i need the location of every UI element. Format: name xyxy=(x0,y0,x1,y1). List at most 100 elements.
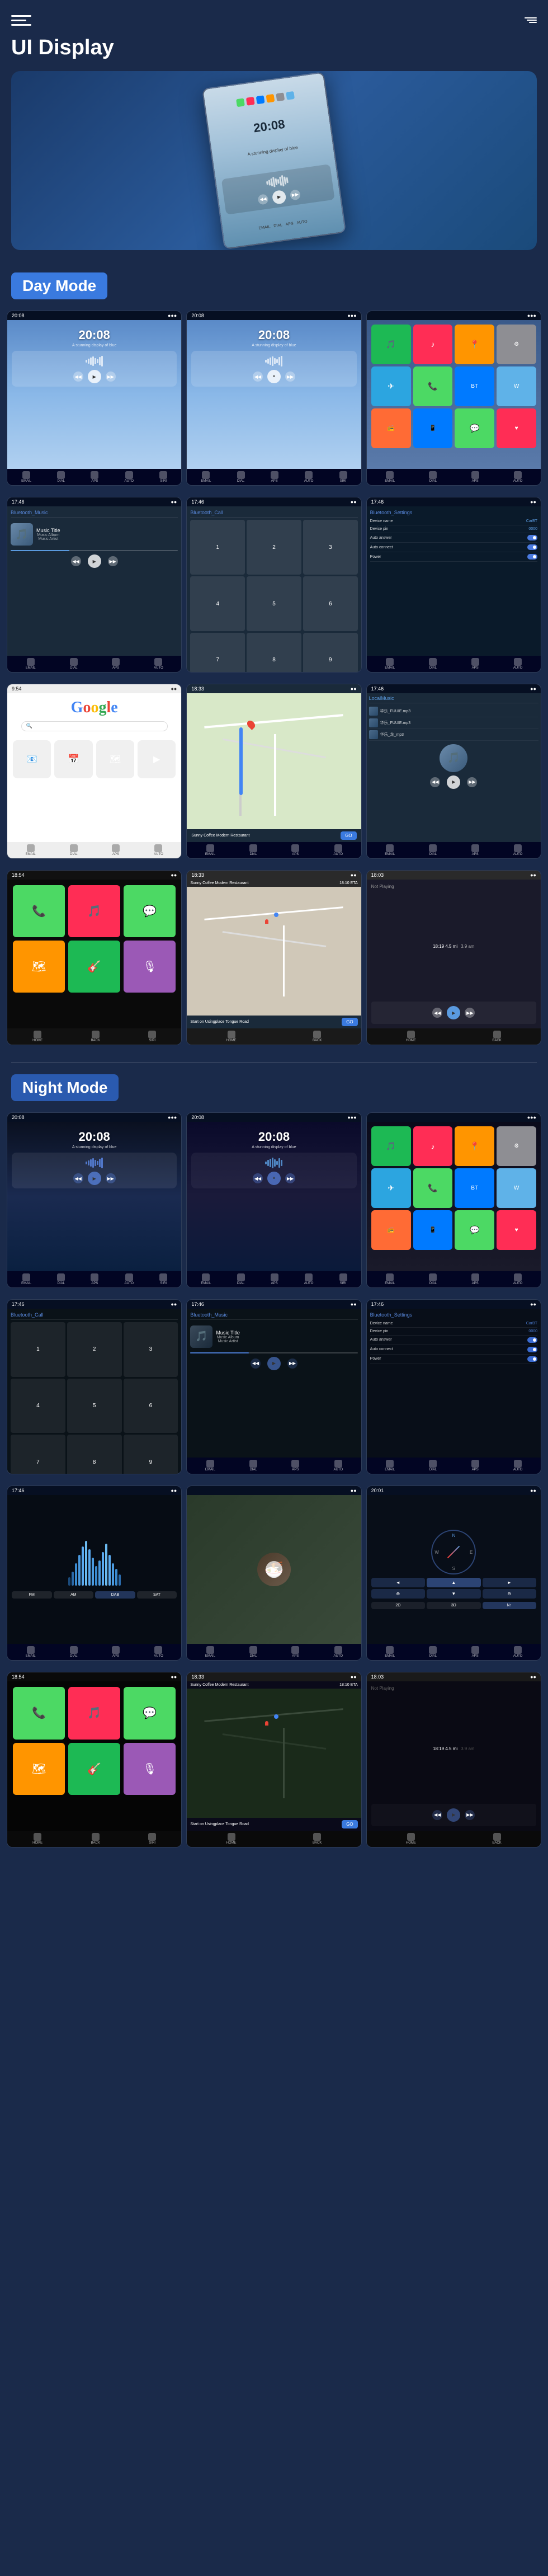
google-app-4[interactable]: ▶ xyxy=(138,740,176,778)
nav-back-ncph[interactable]: BACK xyxy=(91,1833,100,1845)
nav-aps-3[interactable]: APS xyxy=(471,471,479,483)
nav-siri-2[interactable]: SIRI xyxy=(339,471,347,483)
night-power-toggle[interactable] xyxy=(527,1356,537,1362)
night-nav-btn-5[interactable]: ▼ xyxy=(427,1589,480,1599)
night-cp-podcast[interactable]: 🎙 xyxy=(124,1743,176,1795)
nav-auto-3[interactable]: AUTO xyxy=(513,471,523,483)
local-next[interactable]: ▶▶ xyxy=(467,777,477,787)
night-app-7[interactable]: BT xyxy=(455,1168,494,1208)
night-app-10[interactable]: 📱 xyxy=(413,1210,453,1250)
nav-dial-ncomp[interactable]: DIAL xyxy=(429,1646,437,1658)
nav-siri-1[interactable]: SIRI xyxy=(159,471,167,483)
app-icon-1[interactable]: 🎵 xyxy=(371,325,411,364)
hero-prev-btn[interactable]: ◀◀ xyxy=(257,194,268,205)
nav-aps-bts[interactable]: APS xyxy=(471,658,479,670)
nav-auto-ncomp[interactable]: AUTO xyxy=(513,1646,523,1658)
nav-dial-bts[interactable]: DIAL xyxy=(429,658,437,670)
nav-dial-nvid[interactable]: DIAL xyxy=(249,1646,257,1658)
music-item-1[interactable]: 华乐_FUUIE.mp3 xyxy=(369,706,538,717)
cp-app-messages[interactable]: 💬 xyxy=(124,885,176,937)
hero-next-btn[interactable]: ▶▶ xyxy=(290,189,301,200)
nav-dial-n2[interactable]: DIAL xyxy=(237,1273,245,1285)
nav-back-cpnav[interactable]: BACK xyxy=(313,1031,322,1042)
nav-auto-nag[interactable]: AUTO xyxy=(513,1273,523,1285)
video-play-overlay[interactable]: ▶ xyxy=(266,1561,282,1578)
night-dial-4[interactable]: 4 xyxy=(11,1379,65,1433)
dial-2[interactable]: 2 xyxy=(247,520,301,575)
music-item-2[interactable]: 华乐_FUUIE.mp3 xyxy=(369,717,538,729)
nav-auto-n1[interactable]: AUTO xyxy=(125,1273,134,1285)
night-nbtn-2[interactable]: 3D xyxy=(427,1602,480,1609)
nav-auto-map[interactable]: AUTO xyxy=(334,844,343,856)
night-cp-phone[interactable]: 📞 xyxy=(13,1687,65,1739)
nav-back-ncpm[interactable]: BACK xyxy=(492,1833,501,1845)
night-nbtn-3[interactable]: N↑ xyxy=(483,1602,536,1609)
nav-dial-1[interactable]: DIAL xyxy=(57,471,65,483)
cp-app-music[interactable]: 🎵 xyxy=(68,885,120,937)
night-bt-prev[interactable]: ◀◀ xyxy=(251,1358,261,1369)
nav-auto-n2[interactable]: AUTO xyxy=(304,1273,314,1285)
nav-auto-bts[interactable]: AUTO xyxy=(513,658,523,670)
nav-dial-nag[interactable]: DIAL xyxy=(429,1273,437,1285)
nav-email-3[interactable]: EMAIL xyxy=(385,471,395,483)
night-next-1[interactable]: ▶▶ xyxy=(106,1173,116,1183)
dial-5[interactable]: 5 xyxy=(247,576,301,631)
nav-home-cpm[interactable]: HOME xyxy=(406,1031,416,1042)
nav-aps-lm[interactable]: APS xyxy=(471,844,479,856)
google-search-bar[interactable]: 🔍 xyxy=(21,721,168,731)
app-icon-8[interactable]: W xyxy=(497,366,536,406)
night-cp-next-btn[interactable]: ▶▶ xyxy=(465,1810,475,1820)
nav-dial-map[interactable]: DIAL xyxy=(249,844,257,856)
nav-aps-ncomp[interactable]: APS xyxy=(471,1646,479,1658)
night-nav-btn-1[interactable]: ◄ xyxy=(371,1578,425,1587)
night-nav-btn-4[interactable]: ⊕ xyxy=(371,1589,425,1599)
nav-auto-1[interactable]: AUTO xyxy=(125,471,134,483)
nav-aps-google[interactable]: APS xyxy=(112,844,120,856)
night-app-6[interactable]: 📞 xyxy=(413,1168,453,1208)
night-btn-3[interactable]: DAB xyxy=(95,1591,135,1599)
dial-8[interactable]: 8 xyxy=(247,633,301,672)
nav-siri-n1[interactable]: SIRI xyxy=(159,1273,167,1285)
cp-play[interactable]: ▶ xyxy=(447,1006,460,1019)
nav-email-n2[interactable]: EMAIL xyxy=(201,1273,211,1285)
nav-aps-n2[interactable]: APS xyxy=(271,1273,278,1285)
dial-4[interactable]: 4 xyxy=(190,576,245,631)
nav-auto-nwv[interactable]: AUTO xyxy=(154,1646,163,1658)
hero-play-btn[interactable]: ▶ xyxy=(272,190,287,205)
nav-email-bts[interactable]: EMAIL xyxy=(385,658,395,670)
night-cp-messages[interactable]: 💬 xyxy=(124,1687,176,1739)
app-icon-10[interactable]: 📱 xyxy=(413,408,453,448)
prev-btn-1[interactable]: ◀◀ xyxy=(73,372,83,382)
nav-email-bt1[interactable]: EMAIL xyxy=(26,658,36,670)
nav-auto-nbtm[interactable]: AUTO xyxy=(334,1460,343,1472)
night-nbtn-1[interactable]: 2D xyxy=(371,1602,425,1609)
nav-dial-nbts[interactable]: DIAL xyxy=(429,1460,437,1472)
night-cp-spotify[interactable]: 🎸 xyxy=(68,1743,120,1795)
power-toggle[interactable] xyxy=(527,554,537,560)
nav-email-nwv[interactable]: EMAIL xyxy=(26,1646,36,1658)
nav-email-1[interactable]: EMAIL xyxy=(21,471,31,483)
nav-dial-lm[interactable]: DIAL xyxy=(429,844,437,856)
night-app-11[interactable]: 💬 xyxy=(455,1210,494,1250)
night-auto-connect-toggle[interactable] xyxy=(527,1347,537,1352)
nav-home-ncpnav[interactable]: HOME xyxy=(226,1833,237,1845)
nav-home-ncph[interactable]: HOME xyxy=(32,1833,42,1845)
app-icon-4[interactable]: ⚙ xyxy=(497,325,536,364)
nav-auto-nbts[interactable]: AUTO xyxy=(513,1460,523,1472)
nav-email-ncomp[interactable]: EMAIL xyxy=(385,1646,395,1658)
night-bt-play[interactable]: ▶ xyxy=(267,1357,281,1370)
dial-7[interactable]: 7 xyxy=(190,633,245,672)
nav-aps-2[interactable]: APS xyxy=(271,471,278,483)
night-app-5[interactable]: ✈ xyxy=(371,1168,411,1208)
app-icon-7[interactable]: BT xyxy=(455,366,494,406)
dial-3[interactable]: 3 xyxy=(303,520,358,575)
nav-dial-nwv[interactable]: DIAL xyxy=(70,1646,78,1658)
night-bt-next[interactable]: ▶▶ xyxy=(287,1358,297,1369)
night-app-1[interactable]: 🎵 xyxy=(371,1126,411,1166)
night-app-3[interactable]: 📍 xyxy=(455,1126,494,1166)
nav-siri-n2[interactable]: SIRI xyxy=(339,1273,347,1285)
night-prev-1[interactable]: ◀◀ xyxy=(73,1173,83,1183)
nav-dial-google[interactable]: DIAL xyxy=(70,844,78,856)
menu-icon[interactable] xyxy=(11,10,31,30)
next-btn-2[interactable]: ▶▶ xyxy=(285,372,295,382)
